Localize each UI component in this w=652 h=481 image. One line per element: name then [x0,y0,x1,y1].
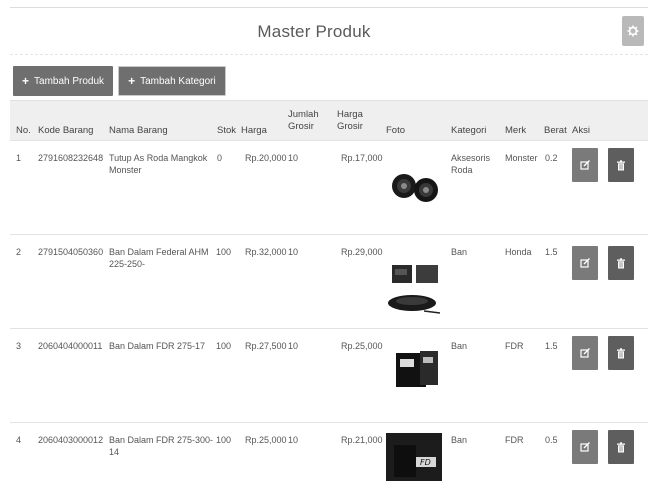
cell-no: 2 [16,247,22,257]
trash-icon [617,347,625,358]
trash-icon [617,257,625,268]
plus-icon: + [22,74,30,88]
add-product-button[interactable]: + Tambah Produk [13,66,114,96]
cell-harga: Rp.20,000 [245,153,287,163]
cell-jumlah-grosir: 10 [288,435,299,445]
plus-icon: + [128,74,136,88]
cell-kategori: Ban [451,341,468,351]
delete-button[interactable] [608,430,634,464]
cell-nama: Tutup As Roda Mangkok Monster [109,153,208,175]
cell-harga-grosir: Rp.29,000 [341,247,383,257]
cell-kategori: Aksesoris Roda [451,153,491,175]
cell-kode: 2060403000012 [38,435,104,445]
settings-button[interactable] [622,16,644,46]
cell-berat: 1.5 [545,341,558,351]
header-berat: Berat [544,125,567,136]
trash-icon [617,159,625,170]
cell-stok: 100 [216,435,232,445]
delete-button[interactable] [608,246,634,280]
cell-nama: Ban Dalam FDR 275-17 [109,341,206,351]
cell-jumlah-grosir: 10 [288,153,299,163]
cell-no: 1 [16,153,22,163]
delete-button[interactable] [608,148,634,182]
header-harga-grosir: Harga Grosir [337,109,363,132]
header-kode: Kode Barang [38,125,94,136]
cell-berat: 0.2 [545,153,558,163]
product-table: No. Kode Barang Nama Barang Stok Harga J… [10,100,648,481]
table-row: 2 2791504050360 Ban Dalam Federal AHM 22… [10,234,648,328]
cell-stok: 100 [216,247,232,257]
cell-harga: Rp.27,500 [245,341,287,351]
toolbar: + Tambah Produk + Tambah Kategori [13,66,226,96]
add-category-button[interactable]: + Tambah Kategori [118,66,226,96]
add-product-label: Tambah Produk [34,75,105,87]
edit-icon [580,441,590,452]
cell-harga: Rp.32,000 [245,247,287,257]
cell-no: 3 [16,341,22,351]
cell-merk: FDR [505,435,524,445]
edit-button[interactable] [572,336,598,370]
cell-berat: 0.5 [545,435,558,445]
fdr-box-photo: FD [386,433,442,481]
cell-stok: 100 [216,341,232,351]
cell-kode: 2791504050360 [38,247,104,257]
header-no: No. [16,125,31,136]
inner-tube-box-photo [386,261,442,321]
header-aksi: Aksi [572,125,590,136]
page-title: Master Produk [257,22,371,41]
cell-merk: Honda [505,247,532,257]
fdr-box-photo [394,349,440,391]
cell-stok: 0 [217,153,223,163]
cell-harga-grosir: Rp.21,000 [341,435,383,445]
master-produk-panel: Master Produk + Tambah Produk + Tambah K… [0,0,652,481]
cell-merk: FDR [505,341,524,351]
trash-icon [617,441,625,452]
gear-icon [627,25,639,37]
edit-button[interactable] [572,148,598,182]
edit-icon [580,347,590,358]
header-jumlah-grosir: Jumlah Grosir [288,109,319,132]
cell-kode: 2791608232648 [38,153,104,163]
cell-kategori: Ban [451,435,468,445]
table-row: 4 2060403000012 Ban Dalam FDR 275-300-14… [10,422,648,481]
cell-jumlah-grosir: 10 [288,247,299,257]
header-merk: Merk [505,125,527,136]
cell-berat: 1.5 [545,247,558,257]
cell-kode: 2060404000011 [38,341,103,351]
header-harga: Harga [241,125,267,136]
edit-icon [580,257,590,268]
edit-button[interactable] [572,430,598,464]
table-header: No. Kode Barang Nama Barang Stok Harga J… [10,100,648,140]
cell-harga: Rp.25,000 [245,435,287,445]
cell-nama: Ban Dalam Federal AHM 225-250- [109,247,209,269]
header-foto: Foto [386,125,406,136]
cell-harga-grosir: Rp.17,000 [341,153,383,163]
hub-caps-photo [388,169,440,207]
add-category-label: Tambah Kategori [140,75,216,87]
header-stok: Stok [217,125,237,136]
cell-harga-grosir: Rp.25,000 [341,341,383,351]
cell-jumlah-grosir: 10 [288,341,299,351]
cell-no: 4 [16,435,22,445]
cell-kategori: Ban [451,247,468,257]
header-kategori: Kategori [451,125,487,136]
title-bar: Master Produk [10,8,648,55]
header-nama: Nama Barang [109,125,168,136]
svg-text:FD: FD [420,458,431,467]
cell-merk: Monster [505,153,538,163]
table-row: 1 2791608232648 Tutup As Roda Mangkok Mo… [10,140,648,234]
table-row: 3 2060404000011 Ban Dalam FDR 275-17 100… [10,328,648,422]
cell-nama: Ban Dalam FDR 275-300-14 [109,435,214,457]
edit-icon [580,159,590,170]
delete-button[interactable] [608,336,634,370]
edit-button[interactable] [572,246,598,280]
